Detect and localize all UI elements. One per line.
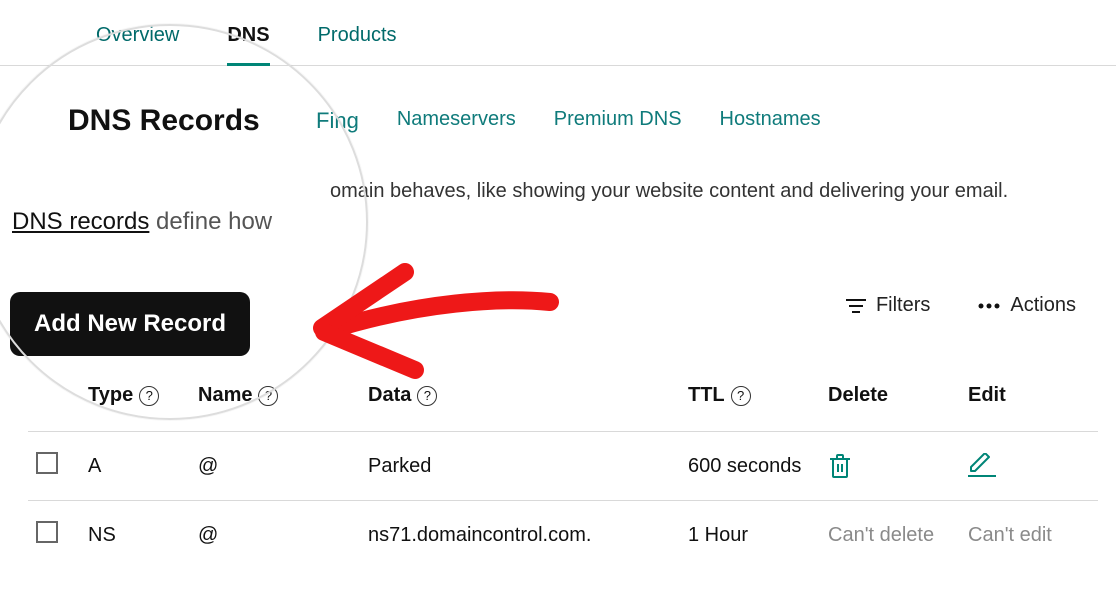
col-edit: Edit — [968, 384, 1078, 407]
subtab-hostnames[interactable]: Hostnames — [720, 108, 821, 134]
top-nav-tabs: Overview DNS Products — [0, 0, 1116, 66]
sub-nav-tabs: Fing Nameservers Premium DNS Hostnames — [316, 108, 821, 134]
table-row: A @ Parked 600 seconds — [28, 431, 1098, 500]
cell-name: @ — [198, 524, 368, 547]
table-row: NS @ ns71.domaincontrol.com. 1 Hour Can'… — [28, 500, 1098, 569]
cell-ttl: 600 seconds — [688, 455, 828, 478]
table-header-row: Type? Name? Data? TTL? Delete Edit — [28, 384, 1098, 431]
edit-button[interactable] — [968, 453, 996, 477]
row-checkbox[interactable] — [36, 452, 58, 474]
row-checkbox[interactable] — [36, 521, 58, 543]
add-new-record-button[interactable]: Add New Record — [10, 292, 250, 356]
actions-label: Actions — [1010, 294, 1076, 317]
cell-data: Parked — [368, 455, 688, 478]
delete-disabled: Can't delete — [828, 524, 968, 547]
table-controls: Filters Actions — [846, 294, 1076, 317]
dns-records-description: DNS records define how — [12, 208, 272, 236]
col-delete: Delete — [828, 384, 968, 407]
cell-ttl: 1 Hour — [688, 524, 828, 547]
delete-button[interactable] — [828, 453, 968, 479]
col-type: Type? — [88, 384, 198, 407]
tab-dns[interactable]: DNS — [227, 24, 269, 65]
cell-type: A — [88, 455, 198, 478]
subtab-nameservers[interactable]: Nameservers — [397, 108, 516, 134]
help-icon[interactable]: ? — [731, 386, 751, 406]
more-icon — [978, 303, 1000, 309]
tab-products[interactable]: Products — [318, 24, 397, 65]
filters-label: Filters — [876, 294, 930, 317]
tab-overview[interactable]: Overview — [96, 24, 179, 65]
dns-records-table: Type? Name? Data? TTL? Delete Edit A @ P… — [28, 384, 1098, 569]
subtab-premium-dns[interactable]: Premium DNS — [554, 108, 682, 134]
dns-records-link[interactable]: DNS records — [12, 208, 149, 235]
page-description-fragment: omain behaves, like showing your website… — [330, 180, 1008, 203]
help-icon[interactable]: ? — [258, 386, 278, 406]
help-icon[interactable]: ? — [139, 386, 159, 406]
section-title: DNS Records — [48, 100, 280, 142]
col-name: Name? — [198, 384, 368, 407]
cell-type: NS — [88, 524, 198, 547]
col-ttl: TTL? — [688, 384, 828, 407]
actions-button[interactable]: Actions — [978, 294, 1076, 317]
filter-icon — [846, 298, 866, 314]
cell-name: @ — [198, 455, 368, 478]
edit-disabled: Can't edit — [968, 524, 1078, 547]
help-icon[interactable]: ? — [417, 386, 437, 406]
cell-data: ns71.domaincontrol.com. — [368, 524, 688, 547]
dns-records-rest: define how — [149, 208, 272, 235]
col-data: Data? — [368, 384, 688, 407]
subtab-forwarding-partial[interactable]: ing — [329, 108, 358, 133]
red-arrow-annotation — [300, 252, 560, 382]
filters-button[interactable]: Filters — [846, 294, 930, 317]
